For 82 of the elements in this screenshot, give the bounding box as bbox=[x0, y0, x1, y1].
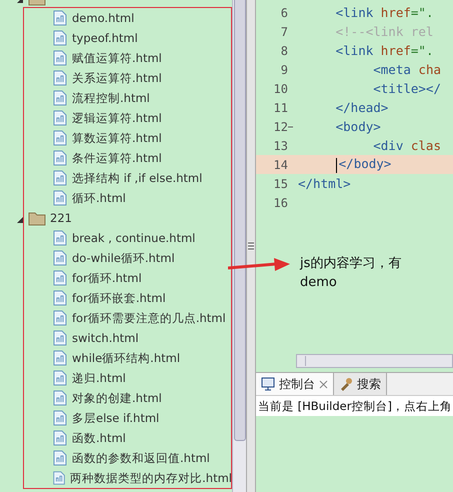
file-label[interactable]: for循环.html bbox=[72, 270, 142, 286]
file-icon bbox=[52, 10, 68, 26]
code-line: <body> bbox=[334, 119, 381, 134]
code-line: <title></ bbox=[372, 81, 441, 96]
line-number: 8 bbox=[280, 44, 288, 58]
file-label[interactable]: 关系运算符.html bbox=[72, 70, 162, 86]
file-label[interactable]: 条件运算符.html bbox=[72, 150, 162, 166]
line-number: 15 bbox=[272, 176, 288, 190]
code-line: <!--<link rel bbox=[334, 24, 434, 39]
line-number: 11 bbox=[272, 100, 288, 114]
file-icon bbox=[52, 470, 66, 486]
file-label[interactable]: switch.html bbox=[72, 331, 139, 345]
file-icon bbox=[52, 190, 68, 206]
file-icon bbox=[52, 130, 68, 146]
line-number: 12 bbox=[272, 120, 288, 134]
annotation-text: js的内容学习，有 demo bbox=[300, 255, 402, 292]
code-line: </html> bbox=[298, 176, 351, 191]
file-icon bbox=[52, 70, 68, 86]
code-line: <link href=". bbox=[334, 5, 434, 20]
file-label[interactable]: typeof.html bbox=[72, 31, 138, 45]
code-line: </body> bbox=[298, 156, 392, 173]
file-icon bbox=[52, 330, 68, 346]
file-icon bbox=[52, 370, 68, 386]
file-label[interactable]: demo.html bbox=[72, 11, 134, 25]
file-label[interactable]: 循环.html bbox=[72, 190, 126, 206]
file-icon bbox=[52, 250, 68, 266]
file-label[interactable]: 函数的参数和返回值.html bbox=[72, 450, 210, 466]
code-line: </head> bbox=[334, 100, 388, 115]
code-line: <link href=". bbox=[334, 43, 434, 58]
code-line: <meta cha bbox=[372, 62, 441, 77]
file-icon bbox=[52, 390, 68, 406]
annotation-arrow bbox=[228, 257, 290, 273]
file-label[interactable]: 算数运算符.html bbox=[72, 130, 162, 146]
file-label[interactable]: 赋值运算符.html bbox=[72, 50, 162, 66]
file-label[interactable]: 多层else if.html bbox=[72, 410, 160, 426]
file-label[interactable]: 流程控制.html bbox=[72, 90, 150, 106]
close-icon[interactable] bbox=[319, 380, 328, 388]
line-number: 14 bbox=[272, 158, 288, 172]
monitor-icon bbox=[261, 377, 275, 391]
file-label[interactable]: for循环嵌套.html bbox=[72, 290, 166, 306]
line-number: 16 bbox=[272, 196, 288, 210]
panel-tab[interactable]: 搜索 bbox=[334, 373, 387, 395]
grip-icon bbox=[248, 242, 254, 250]
file-icon bbox=[52, 290, 68, 306]
vertical-scrollbar[interactable] bbox=[232, 0, 246, 492]
file-icon bbox=[52, 270, 68, 286]
file-label[interactable]: do-while循环.html bbox=[72, 250, 175, 266]
expanded-triangle-icon[interactable] bbox=[16, 216, 24, 224]
file-icon bbox=[52, 450, 68, 466]
panel-tab[interactable]: 控制台 bbox=[256, 373, 334, 395]
folder-icon bbox=[28, 210, 46, 226]
line-number: 9 bbox=[280, 62, 288, 76]
file-label[interactable]: 两种数据类型的内存对比.html bbox=[70, 470, 232, 486]
panel-splitter[interactable] bbox=[246, 0, 256, 492]
file-icon bbox=[52, 150, 68, 166]
file-icon bbox=[52, 110, 68, 126]
file-label[interactable]: 逻辑运算符.html bbox=[72, 110, 162, 126]
file-icon bbox=[52, 310, 68, 326]
file-label[interactable]: for循环需要注意的几点.html bbox=[72, 310, 226, 326]
file-label[interactable]: break , continue.html bbox=[72, 231, 196, 245]
file-icon bbox=[52, 90, 68, 106]
line-number: 13 bbox=[272, 138, 288, 152]
file-label[interactable]: 对象的创建.html bbox=[72, 390, 162, 406]
folder-label[interactable]: 221 bbox=[50, 211, 72, 225]
file-label[interactable]: while循环结构.html bbox=[72, 350, 180, 366]
console-output: 当前是 [HBuilder控制台]，点右上角 bbox=[256, 396, 453, 416]
file-icon bbox=[52, 30, 68, 46]
file-icon bbox=[52, 410, 68, 426]
file-label[interactable]: 函数.html bbox=[72, 430, 126, 446]
line-number: 7 bbox=[280, 24, 288, 38]
file-label[interactable]: 选择结构 if ,if else.html bbox=[72, 170, 202, 186]
file-label[interactable]: 递归.html bbox=[72, 370, 126, 386]
file-icon bbox=[52, 170, 68, 186]
file-icon bbox=[52, 430, 68, 446]
line-number: 10 bbox=[272, 82, 288, 96]
code-line: <div clas bbox=[372, 138, 441, 153]
horizontal-scrollbar[interactable] bbox=[296, 354, 453, 368]
file-icon bbox=[52, 230, 68, 246]
file-icon bbox=[52, 50, 68, 66]
line-number: 6 bbox=[280, 6, 288, 20]
file-icon bbox=[52, 350, 68, 366]
fold-marker-icon[interactable] bbox=[288, 126, 293, 129]
